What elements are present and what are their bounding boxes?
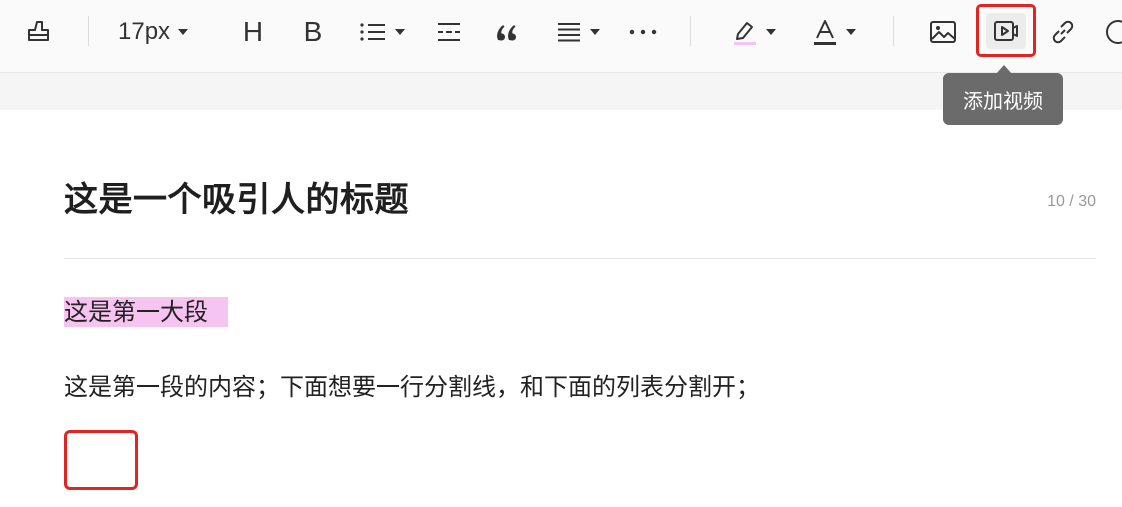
link-icon [1052, 20, 1074, 44]
heading-icon: H [242, 16, 264, 47]
chevron-down-icon [590, 29, 600, 35]
chevron-down-icon [846, 29, 856, 35]
highlighted-paragraph-heading[interactable]: 这是第一大段 [64, 297, 228, 327]
highlight-icon [734, 22, 756, 45]
emoji-button[interactable] [1104, 14, 1122, 50]
empty-block-placeholder[interactable] [64, 430, 138, 490]
chevron-down-icon [766, 29, 776, 35]
font-color-button[interactable] [810, 14, 858, 50]
title-char-counter: 10 / 30 [1047, 193, 1096, 210]
more-button[interactable] [626, 14, 660, 50]
bold-icon: B [303, 16, 323, 47]
bold-button[interactable]: B [298, 14, 328, 50]
article-title[interactable]: 这是一个吸引人的标题 [64, 180, 409, 220]
list-button[interactable] [358, 14, 406, 50]
toolbar-separator [893, 16, 894, 46]
add-video-button-inner [986, 12, 1026, 49]
align-button[interactable] [554, 14, 602, 50]
insert-link-button[interactable] [1046, 14, 1080, 50]
font-size-value: 17px [118, 18, 171, 45]
video-icon [994, 20, 1018, 41]
emoji-icon [1106, 20, 1122, 44]
heading-button[interactable]: H [238, 14, 268, 50]
image-icon [930, 21, 956, 43]
align-icon [558, 23, 580, 42]
toolbar-separator [690, 16, 691, 46]
format-painter-button[interactable] [22, 14, 56, 50]
more-icon [629, 29, 657, 35]
chevron-down-icon [178, 29, 189, 35]
highlight-button[interactable] [730, 14, 778, 50]
editor-toolbar: 17px H B [0, 0, 1122, 73]
format-painter-icon [28, 21, 49, 41]
title-divider [64, 258, 1096, 259]
list-icon [360, 23, 385, 41]
insert-image-button[interactable] [926, 14, 960, 50]
add-video-button[interactable] [976, 4, 1036, 57]
divider-button[interactable] [434, 14, 464, 50]
chevron-down-icon [395, 29, 405, 35]
quote-button[interactable] [492, 14, 522, 50]
quote-icon [497, 25, 516, 41]
toolbar-separator [88, 16, 89, 46]
paragraph-text[interactable]: 这是第一段的内容；下面想要一行分割线，和下面的列表分割开； [64, 372, 760, 402]
font-size-select[interactable]: 17px [118, 14, 214, 50]
add-video-tooltip: 添加视频 [943, 73, 1063, 125]
divider-icon [438, 23, 460, 41]
font-color-icon [814, 20, 836, 45]
